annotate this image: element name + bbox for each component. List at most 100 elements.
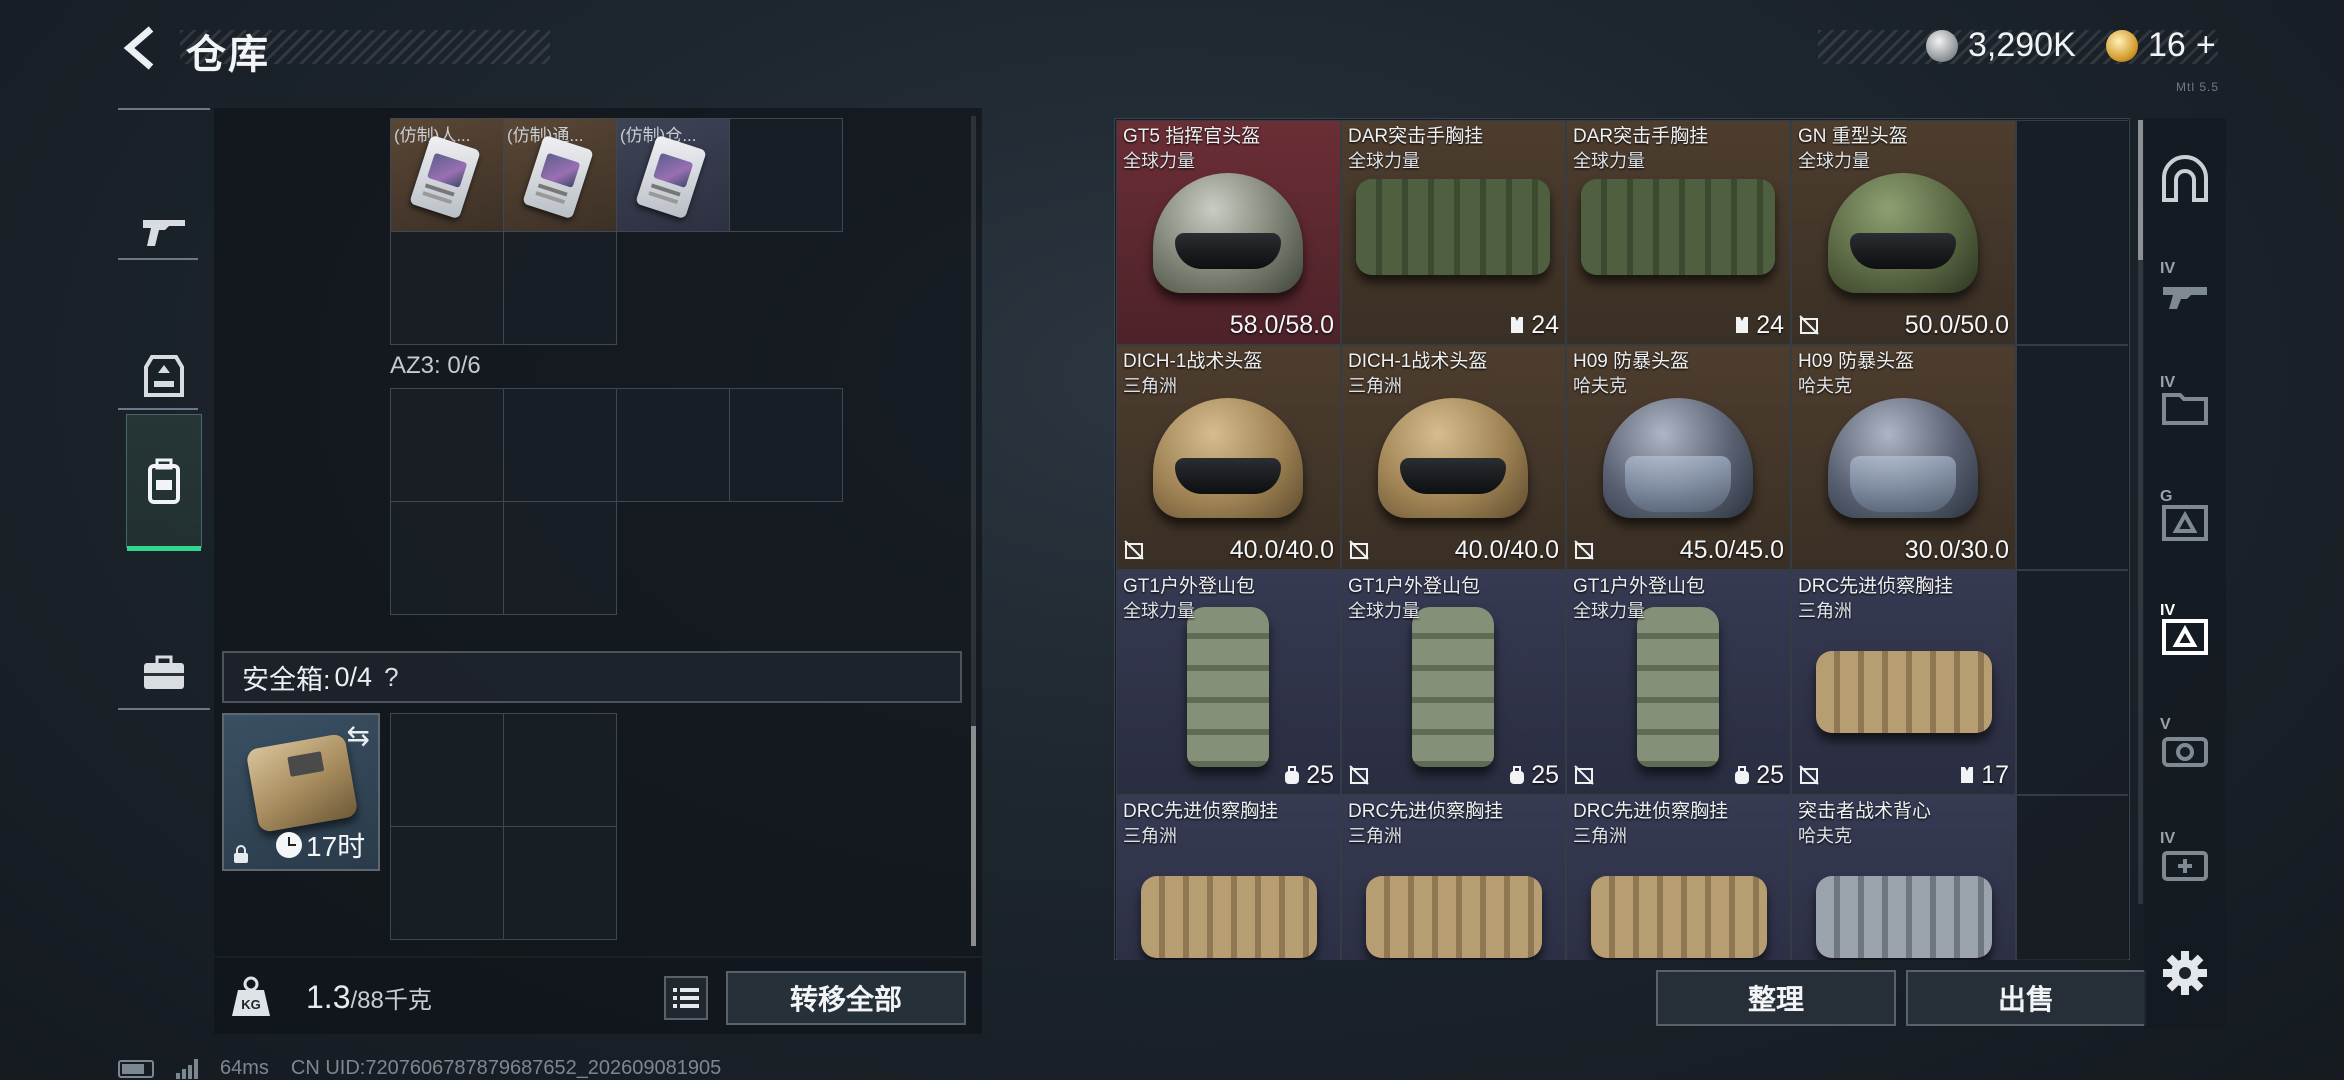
filter-key[interactable]: V: [2150, 694, 2220, 804]
warehouse-item[interactable]: DRC先进侦察胸挂 三角洲: [1341, 795, 1566, 960]
item-name: H09 防暴头盔: [1798, 351, 1915, 372]
empty-slot[interactable]: [2016, 345, 2128, 570]
briefcase-icon: [144, 655, 184, 689]
list-icon: [673, 988, 699, 1008]
filter-medical[interactable]: IV: [2150, 808, 2220, 918]
tab-container[interactable]: [126, 414, 202, 551]
tab-weapon[interactable]: [126, 164, 202, 298]
item-faction: 三角洲: [1573, 826, 1627, 846]
tab-divider: [118, 708, 210, 710]
empty-slot[interactable]: [390, 501, 504, 615]
empty-slot[interactable]: [2016, 570, 2128, 795]
armor-icon: [144, 355, 184, 397]
visor: [1625, 456, 1731, 512]
item-faction: 三角洲: [1348, 376, 1402, 396]
empty-slot[interactable]: [2016, 120, 2128, 345]
warehouse-item[interactable]: GN 重型头盔 全球力量 50.0/50.0: [1791, 120, 2016, 345]
vest-capacity-icon: [1961, 767, 1974, 783]
item-value: 17: [1957, 761, 2009, 790]
warehouse-item[interactable]: GT5 指挥官头盔 全球力量 58.0/58.0: [1116, 120, 1341, 345]
medkit-icon: [2162, 851, 2208, 881]
empty-slot[interactable]: [390, 826, 504, 940]
empty-slot[interactable]: [729, 388, 843, 502]
transfer-all-button[interactable]: 转移全部: [726, 971, 966, 1025]
tab-case[interactable]: [126, 606, 202, 740]
item-slot[interactable]: (仿制)通...: [503, 118, 617, 232]
warehouse-item[interactable]: GT1户外登山包 全球力量 25: [1566, 570, 1791, 795]
safebox-slot[interactable]: ⇆ 17时: [222, 713, 380, 871]
help-icon[interactable]: ?: [384, 662, 398, 693]
filter-all[interactable]: [2150, 124, 2220, 234]
gold-currency[interactable]: 16 +: [2106, 26, 2216, 65]
warehouse-item[interactable]: DAR突击手胸挂 全球力量 24: [1566, 120, 1791, 345]
no-insure-icon: [1799, 315, 1819, 335]
back-button[interactable]: [118, 22, 164, 74]
item-name: GT1户外登山包: [1573, 576, 1705, 597]
item-value-text: 45.0/45.0: [1679, 536, 1784, 564]
tier-label: IV: [2160, 374, 2176, 391]
warehouse-item[interactable]: DRC先进侦察胸挂 三角洲: [1116, 795, 1341, 960]
rifle-icon: [2163, 287, 2207, 309]
item-value: 45.0/45.0: [1680, 536, 1784, 565]
item-value-text: 24: [1531, 311, 1559, 339]
empty-slot[interactable]: [616, 388, 730, 502]
warehouse-item[interactable]: DICH-1战术头盔 三角洲 40.0/40.0: [1341, 345, 1566, 570]
warehouse-item[interactable]: H09 防暴头盔 哈夫克 30.0/30.0: [1791, 345, 2016, 570]
filter-armor[interactable]: IV: [2150, 352, 2220, 462]
item-faction: 全球力量: [1798, 151, 1870, 171]
warehouse-item[interactable]: 突击者战术背心 哈夫克: [1791, 795, 2016, 960]
filter-backpack[interactable]: IV: [2150, 580, 2220, 690]
scrollbar-thumb[interactable]: [2138, 120, 2143, 260]
empty-slot[interactable]: [390, 231, 504, 345]
silver-currency: 3,290K: [1926, 26, 2076, 65]
add-gold-button[interactable]: +: [2196, 26, 2216, 65]
warehouse-scrollbar[interactable]: [2138, 120, 2143, 904]
backpack-icon: [1637, 607, 1719, 767]
empty-slot[interactable]: [390, 713, 504, 827]
timer-text: 17时: [306, 831, 366, 862]
warehouse-item[interactable]: DRC先进侦察胸挂 三角洲: [1566, 795, 1791, 960]
item-value: 25: [1507, 761, 1559, 790]
empty-slot[interactable]: [503, 826, 617, 940]
no-insure-icon: [1799, 765, 1819, 785]
list-view-button[interactable]: [664, 976, 708, 1020]
warehouse-item[interactable]: DAR突击手胸挂 全球力量 24: [1341, 120, 1566, 345]
ping-text: 64ms: [220, 1057, 269, 1079]
safebox-header: 安全箱: 0/4 ?: [222, 651, 962, 703]
filter-chest-rig[interactable]: G: [2150, 466, 2220, 576]
item-slot[interactable]: (仿制)仓...: [616, 118, 730, 232]
empty-slot[interactable]: [2016, 795, 2128, 960]
warehouse-item[interactable]: GT1户外登山包 全球力量 25: [1341, 570, 1566, 795]
scrollbar-thumb[interactable]: [971, 726, 976, 946]
weight-max: /88千克: [350, 987, 432, 1014]
no-insure-icon: [1574, 765, 1594, 785]
swap-icon[interactable]: ⇆: [347, 719, 370, 752]
empty-slot[interactable]: [503, 231, 617, 345]
safebox-grid: [390, 713, 618, 941]
warehouse-item[interactable]: H09 防暴头盔 哈夫克 45.0/45.0: [1566, 345, 1791, 570]
warehouse-item[interactable]: DRC先进侦察胸挂 三角洲 17: [1791, 570, 2016, 795]
item-value-text: 25: [1756, 761, 1784, 789]
settings-button[interactable]: [2150, 918, 2220, 1028]
clock-icon: [276, 832, 302, 858]
filter-helmet[interactable]: IV: [2150, 238, 2220, 348]
item-value-text: 24: [1756, 311, 1784, 339]
empty-slot[interactable]: [503, 713, 617, 827]
weight-value: 1.3/88千克: [306, 979, 432, 1016]
gold-amount: 16: [2148, 26, 2186, 64]
empty-slot[interactable]: [390, 388, 504, 502]
warehouse-item[interactable]: DICH-1战术头盔 三角洲 40.0/40.0: [1116, 345, 1341, 570]
sell-button[interactable]: 出售: [1906, 970, 2146, 1026]
empty-slot[interactable]: [729, 118, 843, 232]
empty-slot[interactable]: [503, 388, 617, 502]
warehouse-item[interactable]: GT1户外登山包 全球力量 25: [1116, 570, 1341, 795]
sort-button[interactable]: 整理: [1656, 970, 1896, 1026]
visor: [1850, 456, 1956, 512]
item-slot[interactable]: (仿制)人...: [390, 118, 504, 232]
loadout-scrollbar[interactable]: [971, 116, 976, 946]
no-insure-icon: [1124, 540, 1144, 560]
item-name: GT1户外登山包: [1348, 576, 1480, 597]
safebox-count: 0/4: [334, 661, 373, 692]
vest-icon: [1581, 179, 1775, 275]
empty-slot[interactable]: [503, 501, 617, 615]
